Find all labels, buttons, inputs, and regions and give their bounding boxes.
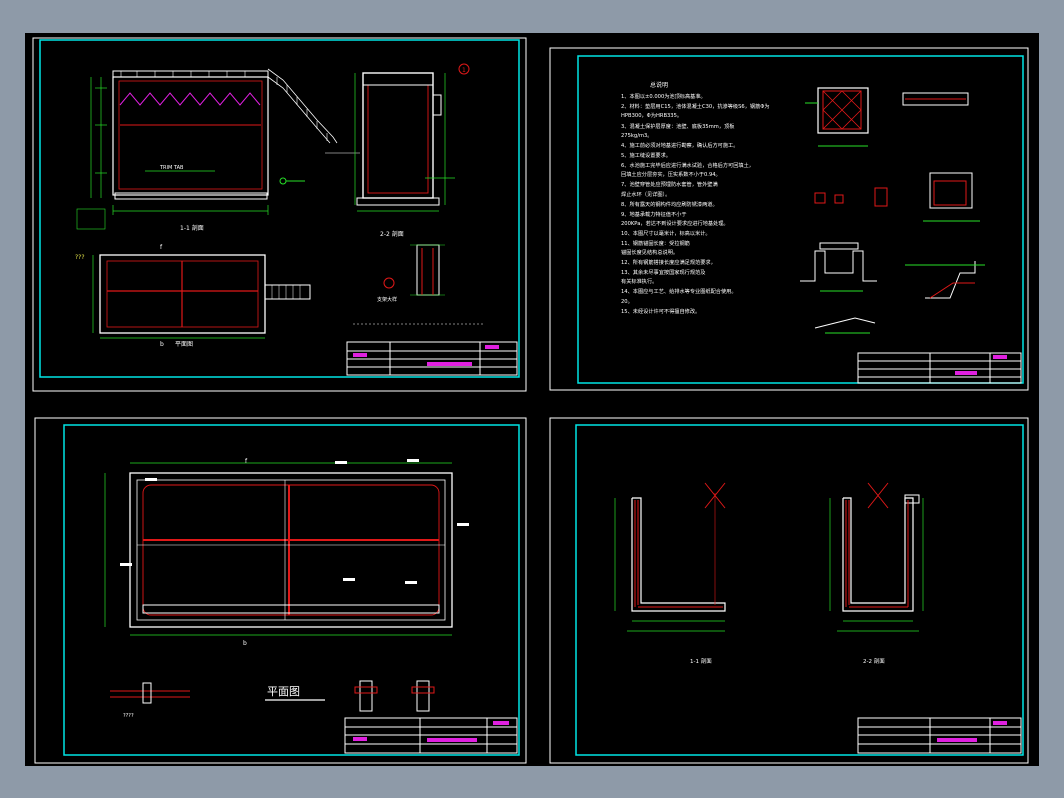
sheet-3-title-block <box>344 717 518 754</box>
sheet-3-border <box>63 424 520 756</box>
note-line: 7、池壁穿管处应预埋防水套管，管外壁满 <box>621 180 718 188</box>
sheet-4-outer-frame <box>549 417 1029 764</box>
notes-title: 总说明 <box>650 81 668 89</box>
sheet-1-border <box>39 39 520 378</box>
note-line: 1、本图以±0.000为池顶标高基准。 <box>621 92 706 100</box>
note-line: 3、混凝土保护层厚度：池壁、底板35mm，顶板 <box>621 122 735 130</box>
sheet-2-details <box>800 87 985 334</box>
note-line: 6、水池施工完毕后应进行满水试验，合格后方可回填土， <box>621 161 754 169</box>
unresolved-text: ??? <box>75 254 85 261</box>
sheet-2-title-block <box>857 352 1022 384</box>
svg-text:????: ???? <box>123 713 134 719</box>
sheet-1-title-block <box>346 341 518 376</box>
plan-title: 平面图 <box>267 685 300 698</box>
sheet-4-section-2-2: 2-2 剖面 <box>829 482 924 665</box>
detail-tag: 1 <box>462 67 466 74</box>
drawing-sheets: TRIM TAB 1-1 剖面 1 2-2 剖面 支架大样 f b 平面图 ??… <box>32 37 1029 764</box>
sheet-1-section-2-2: 1 2-2 剖面 支架大样 <box>353 63 485 325</box>
svg-text:TRIM TAB: TRIM TAB <box>159 165 184 171</box>
note-line: 5、施工缝设置要求。 <box>621 151 671 159</box>
note-line: 9、地基承载力特征值不小于 <box>621 210 687 218</box>
note-line: 13、其余未尽事宜按国家现行规范及 <box>621 268 705 276</box>
sheet-3-details: ???? 平面图 <box>110 680 435 719</box>
sheet-3-plan: f b <box>104 458 469 647</box>
sheet-4-section-1-1: 1-1 剖面 <box>614 482 726 665</box>
note-line: 275kg/m3。 <box>621 133 653 139</box>
note-line: 15、未经设计许可不得擅自修改。 <box>621 307 700 315</box>
note-line: 11、钢筋锚固长度：受拉钢筋 <box>621 239 690 247</box>
note-line: 14、本图应与工艺、给排水等专业图纸配合使用。 <box>621 287 737 295</box>
cad-canvas: TRIM TAB 1-1 剖面 1 2-2 剖面 支架大样 f b 平面图 ??… <box>25 33 1039 766</box>
sheet-1-elevation: TRIM TAB 1-1 剖面 <box>90 68 360 232</box>
sheet-1[interactable]: TRIM TAB 1-1 剖面 1 2-2 剖面 支架大样 f b 平面图 ??… <box>32 37 527 392</box>
section-2-2-label: 2-2 剖面 <box>863 657 885 665</box>
plan-marker-b: b <box>160 341 164 348</box>
note-line: 有关标准执行。 <box>621 277 657 285</box>
svg-text:支架大样: 支架大样 <box>377 296 397 303</box>
sheet-4-title-block <box>857 717 1022 754</box>
note-line: 焊止水环（见详图）。 <box>621 190 670 198</box>
sheet-3[interactable]: f b ???? 平面图 <box>34 417 527 764</box>
note-line: 锚固长度见结构总说明。 <box>621 248 678 256</box>
sheet-4[interactable]: 1-1 剖面 2-2 剖面 <box>549 417 1029 764</box>
sheet-2[interactable]: 总说明 1、本图以±0.000为池顶标高基准。 2、材料：垫层用C15，池体混凝… <box>549 47 1029 391</box>
plan-marker-b: b <box>243 640 247 647</box>
plan-label: 平面图 <box>175 341 193 348</box>
sheet-4-border <box>575 424 1024 756</box>
section-2-2-label: 2-2 剖面 <box>380 230 404 238</box>
note-line: 4、施工前必须对地基进行勘察，确认后方可施工。 <box>621 141 738 149</box>
note-line: 12、所有钢筋搭接长度应满足规范要求， <box>621 258 716 266</box>
note-line: 回填土应分层夯实，压实系数不小于0.94。 <box>621 170 721 178</box>
design-notes: 总说明 1、本图以±0.000为池顶标高基准。 2、材料：垫层用C15，池体混凝… <box>621 81 770 315</box>
section-1-1-label: 1-1 剖面 <box>690 657 712 665</box>
note-line: 200KPa，若达不到设计要求应进行地基处理。 <box>621 219 729 227</box>
plan-marker-f: f <box>160 244 163 251</box>
plan-marker-f: f <box>245 458 248 465</box>
section-1-1-label: 1-1 剖面 <box>180 224 204 232</box>
note-line: 2、材料：垫层用C15，池体混凝土C30，抗渗等级S6，钢筋Φ为 <box>621 102 770 110</box>
note-line: 20。 <box>621 299 633 305</box>
note-line: 8、所有露天的钢构件均应刷防锈漆两道。 <box>621 200 718 208</box>
note-line: HPB300，Φ为HRB335。 <box>621 111 682 119</box>
note-line: 10、本图尺寸以毫米计，标高以米计。 <box>621 229 711 237</box>
